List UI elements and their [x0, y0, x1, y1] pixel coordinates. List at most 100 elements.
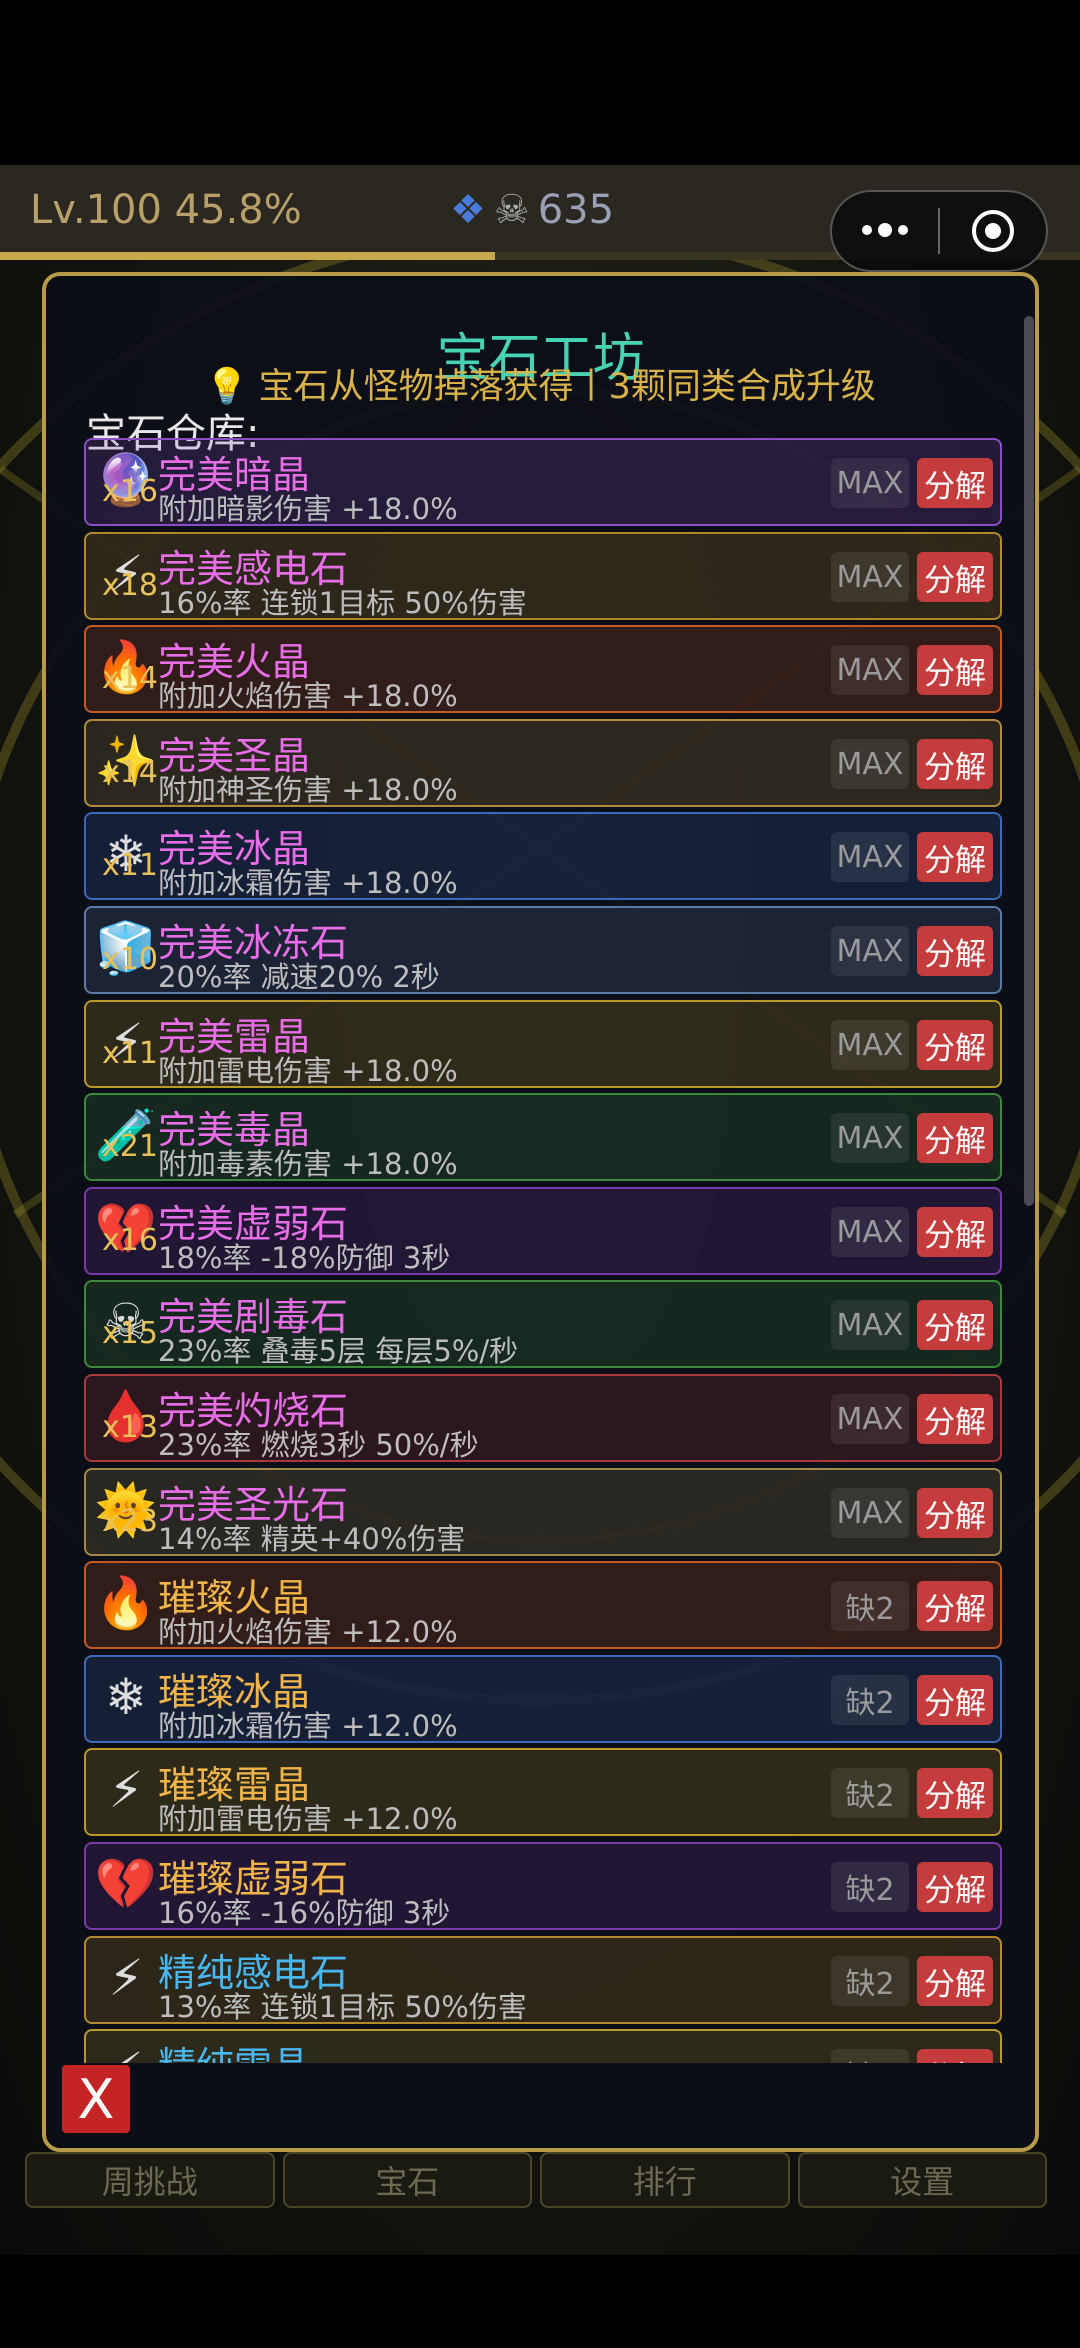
gem-description: 16%率 连锁1目标 50%伤害: [158, 586, 527, 620]
gem-workshop-modal: 宝石工坊 💡 宝石从怪物掉落获得丨3颗同类合成升级 宝石仓库: 🔮 x16 完美暗晶附…: [42, 272, 1039, 2152]
gem-count: x16: [102, 474, 158, 509]
gem-description: 附加冰霜伤害 +18.0%: [158, 866, 458, 900]
decompose-button[interactable]: 分解: [917, 645, 993, 695]
gem-description: 18%率 -18%防御 3秒: [158, 1241, 451, 1275]
decompose-button[interactable]: 分解: [917, 1394, 993, 1444]
gem-status-badge: MAX: [831, 739, 909, 789]
gem-description: 附加神圣伤害 +18.0%: [158, 773, 458, 807]
gem-row: 🔮 x16 完美暗晶 附加暗影伤害 +18.0% MAX 分解: [84, 438, 1002, 526]
target-circle-icon: [972, 210, 1014, 252]
gem-row: ❄ 璀璨冰晶 附加冰霜伤害 +12.0% 缺2 分解: [84, 1655, 1002, 1743]
gem-description: 附加火焰伤害 +12.0%: [158, 1615, 458, 1649]
gem-count: x23: [102, 1504, 158, 1539]
gem-row: 🧪 x21 完美毒晶 附加毒素伤害 +18.0% MAX 分解: [84, 1093, 1002, 1181]
decompose-button[interactable]: 分解: [917, 1488, 993, 1538]
gem-description: 附加雷电伤害 +18.0%: [158, 1054, 458, 1088]
gem-count: x13: [102, 1410, 158, 1445]
gem-row: 🔥 璀璨火晶 附加火焰伤害 +12.0% 缺2 分解: [84, 1561, 1002, 1649]
miniprogram-capsule: [830, 190, 1048, 272]
close-button[interactable]: X: [62, 2065, 130, 2133]
gem-status-badge: 缺1: [831, 2049, 909, 2063]
gem-status-badge: MAX: [831, 552, 909, 602]
gem-status-badge: 缺2: [831, 1768, 909, 1818]
gem-row: ⚡ 璀璨雷晶 附加雷电伤害 +12.0% 缺2 分解: [84, 1748, 1002, 1836]
gem-status-badge: MAX: [831, 645, 909, 695]
decompose-button[interactable]: 分解: [917, 458, 993, 508]
gem-description: 附加冰霜伤害 +12.0%: [158, 1709, 458, 1743]
more-dots-icon: [862, 223, 908, 237]
gem-description: 附加火焰伤害 +18.0%: [158, 679, 458, 713]
gem-row: 💔 x16 完美虚弱石 18%率 -18%防御 3秒 MAX 分解: [84, 1187, 1002, 1275]
gem-description: 附加暗影伤害 +18.0%: [158, 492, 458, 526]
gem-row: ⚡ x11 完美雷晶 附加雷电伤害 +18.0% MAX 分解: [84, 1000, 1002, 1088]
gem-status-badge: MAX: [831, 832, 909, 882]
decompose-button[interactable]: 分解: [917, 2049, 993, 2063]
gem-count: x11: [102, 848, 158, 883]
decompose-button[interactable]: 分解: [917, 1300, 993, 1350]
gem-description: 附加毒素伤害 +18.0%: [158, 1147, 458, 1181]
decompose-button[interactable]: 分解: [917, 1862, 993, 1912]
gem-description: 附加雷电伤害 +12.0%: [158, 1802, 458, 1836]
gem-row: ❄ x11 完美冰晶 附加冰霜伤害 +18.0% MAX 分解: [84, 812, 1002, 900]
tab-settings[interactable]: 设置: [797, 2152, 1047, 2208]
gem-count: x14: [102, 755, 158, 790]
blue-diamond-icon: ❖: [450, 187, 486, 233]
gem-row: ✨ x14 完美圣晶 附加神圣伤害 +18.0% MAX 分解: [84, 719, 1002, 807]
level-text: Lv.100 45.8%: [30, 187, 302, 233]
gem-count: x16: [102, 1223, 158, 1258]
decompose-button[interactable]: 分解: [917, 926, 993, 976]
gem-row: 🔥 x14 完美火晶 附加火焰伤害 +18.0% MAX 分解: [84, 625, 1002, 713]
gem-row: ⚡精纯雷晶缺1 分解: [84, 2029, 1002, 2063]
gem-description: 13%率 连锁1目标 50%伤害: [158, 1990, 527, 2024]
gem-row: 💔 璀璨虚弱石 16%率 -16%防御 3秒 缺2 分解: [84, 1842, 1002, 1930]
lightning-icon: ⚡: [96, 2041, 156, 2063]
gem-list: 🔮 x16 完美暗晶 附加暗影伤害 +18.0% MAX 分解 ⚡ x18 完美感电石 16%率 …: [84, 438, 1002, 2063]
decompose-button[interactable]: 分解: [917, 1020, 993, 1070]
decompose-button[interactable]: 分解: [917, 832, 993, 882]
tab-weekly-challenge[interactable]: 周挑战: [25, 2152, 275, 2208]
tab-ranking[interactable]: 排行: [540, 2152, 790, 2208]
scrollbar[interactable]: [1024, 316, 1034, 1206]
gem-status-badge: MAX: [831, 1300, 909, 1350]
decompose-button[interactable]: 分解: [917, 1581, 993, 1631]
gem-count: x15: [102, 1316, 158, 1351]
gem-count: x11: [102, 1036, 158, 1071]
gem-status-badge: 缺2: [831, 1675, 909, 1725]
decompose-button[interactable]: 分解: [917, 1675, 993, 1725]
gem-row: ⚡ 精纯感电石 13%率 连锁1目标 50%伤害 缺2 分解: [84, 1936, 1002, 2024]
gem-status-badge: 缺2: [831, 1581, 909, 1631]
decompose-button[interactable]: 分解: [917, 1113, 993, 1163]
decompose-button[interactable]: 分解: [917, 1207, 993, 1257]
lightning-icon: ⚡: [108, 1761, 144, 1819]
tab-gems[interactable]: 宝石: [282, 2152, 532, 2208]
bottom-nav: 周挑战 宝石 排行 设置: [25, 2152, 1047, 2208]
gem-name: 精纯雷晶: [158, 2035, 310, 2063]
decompose-button[interactable]: 分解: [917, 1768, 993, 1818]
gem-status-badge: MAX: [831, 1113, 909, 1163]
exit-button[interactable]: [940, 192, 1046, 270]
gem-count: x21: [102, 1129, 158, 1164]
decompose-button[interactable]: 分解: [917, 739, 993, 789]
gem-row: ☠ x15 完美剧毒石 23%率 叠毒5层 每层5%/秒 MAX 分解: [84, 1280, 1002, 1368]
currency-display: ❖ ☠ 635: [450, 187, 614, 233]
gem-row: 🧊 x10 完美冰冻石 20%率 减速20% 2秒 MAX 分解: [84, 906, 1002, 994]
fire-icon: 🔥: [94, 1574, 158, 1632]
gem-count: x18: [102, 568, 158, 603]
decompose-button[interactable]: 分解: [917, 1956, 993, 2006]
gem-description: 23%率 叠毒5层 每层5%/秒: [158, 1334, 519, 1368]
broken-heart-icon: 💔: [94, 1855, 158, 1913]
gem-status-badge: MAX: [831, 1394, 909, 1444]
more-button[interactable]: [832, 192, 938, 270]
snowflake-icon: ❄: [105, 1668, 147, 1726]
gem-count: x14: [102, 661, 158, 696]
decompose-button[interactable]: 分解: [917, 552, 993, 602]
gem-status-badge: MAX: [831, 458, 909, 508]
gem-description: 16%率 -16%防御 3秒: [158, 1896, 451, 1930]
gem-status-badge: MAX: [831, 1488, 909, 1538]
gem-status-badge: MAX: [831, 926, 909, 976]
gem-status-badge: 缺2: [831, 1862, 909, 1912]
gem-description: 14%率 精英+40%伤害: [158, 1522, 466, 1556]
gem-status-badge: 缺2: [831, 1956, 909, 2006]
gem-status-badge: MAX: [831, 1020, 909, 1070]
lightning-icon: ⚡: [108, 1949, 144, 2007]
